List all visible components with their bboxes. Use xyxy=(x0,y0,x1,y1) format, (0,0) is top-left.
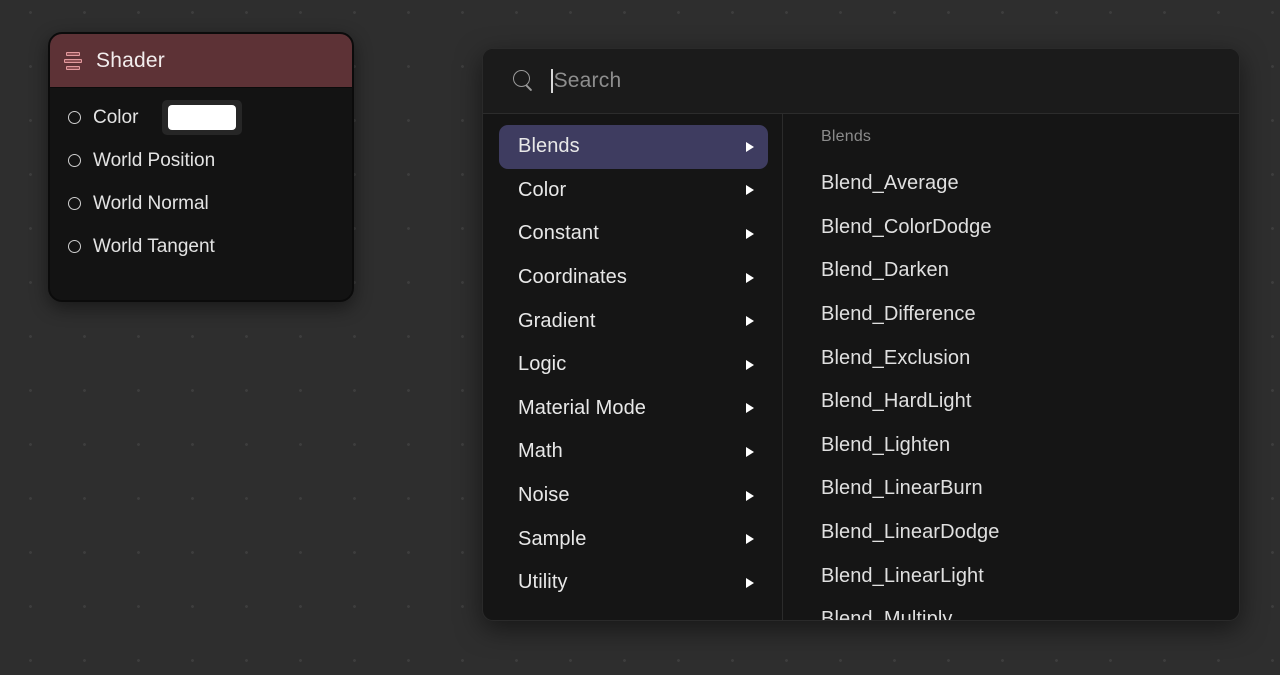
layers-stack-icon xyxy=(64,51,82,70)
node-row-world-position[interactable]: World Position xyxy=(50,139,352,182)
input-port-icon[interactable] xyxy=(68,111,81,124)
node-row-label: World Tangent xyxy=(93,235,215,257)
search-input[interactable]: Search xyxy=(551,69,1213,93)
category-label: Gradient xyxy=(518,309,596,332)
category-item-coordinates[interactable]: Coordinates xyxy=(499,256,768,300)
category-label: Coordinates xyxy=(518,266,627,289)
category-label: Noise xyxy=(518,484,570,507)
category-item-constant[interactable]: Constant xyxy=(499,212,768,256)
list-item[interactable]: Blend_HardLight xyxy=(821,380,1239,424)
search-placeholder: Search xyxy=(553,69,622,92)
text-caret xyxy=(551,69,553,93)
category-label: Blends xyxy=(518,135,580,158)
node-search-popup: Search Blends Color Constant Coordinates… xyxy=(482,48,1240,621)
shader-node-title: Shader xyxy=(96,48,165,72)
list-item[interactable]: Blend_Exclusion xyxy=(821,336,1239,380)
list-item[interactable]: Blend_Multiply xyxy=(821,598,1239,620)
node-item-list[interactable]: Blends Blend_Average Blend_ColorDodge Bl… xyxy=(783,114,1239,620)
category-item-material-mode[interactable]: Material Mode xyxy=(499,387,768,431)
category-label: Constant xyxy=(518,222,599,245)
chevron-right-icon xyxy=(746,272,754,283)
color-swatch-field[interactable] xyxy=(162,100,243,135)
list-item[interactable]: Blend_LinearLight xyxy=(821,554,1239,598)
node-row-world-tangent[interactable]: World Tangent xyxy=(50,225,352,268)
category-item-blends[interactable]: Blends xyxy=(499,125,768,169)
chevron-right-icon xyxy=(746,446,754,457)
input-port-icon[interactable] xyxy=(68,154,81,167)
category-label: Material Mode xyxy=(518,396,647,419)
category-item-noise[interactable]: Noise xyxy=(499,474,768,518)
chevron-right-icon xyxy=(746,403,754,414)
category-item-math[interactable]: Math xyxy=(499,430,768,474)
list-item[interactable]: Blend_Darken xyxy=(821,249,1239,293)
category-item-logic[interactable]: Logic xyxy=(499,343,768,387)
category-item-utility[interactable]: Utility xyxy=(499,561,768,605)
list-item[interactable]: Blend_Difference xyxy=(821,293,1239,337)
shader-node-header[interactable]: Shader xyxy=(50,34,352,88)
list-item[interactable]: Blend_LinearBurn xyxy=(821,467,1239,511)
list-item[interactable]: Blend_Average xyxy=(821,162,1239,206)
list-item[interactable]: Blend_ColorDodge xyxy=(821,206,1239,250)
input-port-icon[interactable] xyxy=(68,197,81,210)
category-item-gradient[interactable]: Gradient xyxy=(499,299,768,343)
list-item[interactable]: Blend_LinearDodge xyxy=(821,511,1239,555)
color-swatch[interactable] xyxy=(168,105,237,130)
chevron-right-icon xyxy=(746,141,754,152)
search-bar[interactable]: Search xyxy=(483,49,1239,114)
item-group-title: Blends xyxy=(821,128,872,145)
list-item[interactable]: Blend_Lighten xyxy=(821,424,1239,468)
popup-body: Blends Color Constant Coordinates Gradie… xyxy=(483,114,1239,620)
chevron-right-icon xyxy=(746,185,754,196)
node-row-label: Color xyxy=(93,106,139,128)
shader-node[interactable]: Shader Color World Position World Normal… xyxy=(48,32,354,302)
category-label: Color xyxy=(518,178,567,201)
category-list[interactable]: Blends Color Constant Coordinates Gradie… xyxy=(483,114,783,620)
category-label: Sample xyxy=(518,527,587,550)
category-item-sample[interactable]: Sample xyxy=(499,517,768,561)
node-row-world-normal[interactable]: World Normal xyxy=(50,182,352,225)
category-label: Logic xyxy=(518,353,567,376)
chevron-right-icon xyxy=(746,316,754,327)
chevron-right-icon xyxy=(746,577,754,588)
chevron-right-icon xyxy=(746,359,754,370)
node-row-label: World Normal xyxy=(93,192,209,214)
chevron-right-icon xyxy=(746,490,754,501)
chevron-right-icon xyxy=(746,534,754,545)
input-port-icon[interactable] xyxy=(68,240,81,253)
category-item-color[interactable]: Color xyxy=(499,169,768,213)
chevron-right-icon xyxy=(746,228,754,239)
shader-node-body: Color World Position World Normal World … xyxy=(50,88,352,300)
node-row-label: World Position xyxy=(93,149,216,171)
node-row-color[interactable]: Color xyxy=(50,96,352,139)
category-label: Math xyxy=(518,440,563,463)
category-label: Utility xyxy=(518,571,568,594)
search-icon xyxy=(513,70,535,92)
